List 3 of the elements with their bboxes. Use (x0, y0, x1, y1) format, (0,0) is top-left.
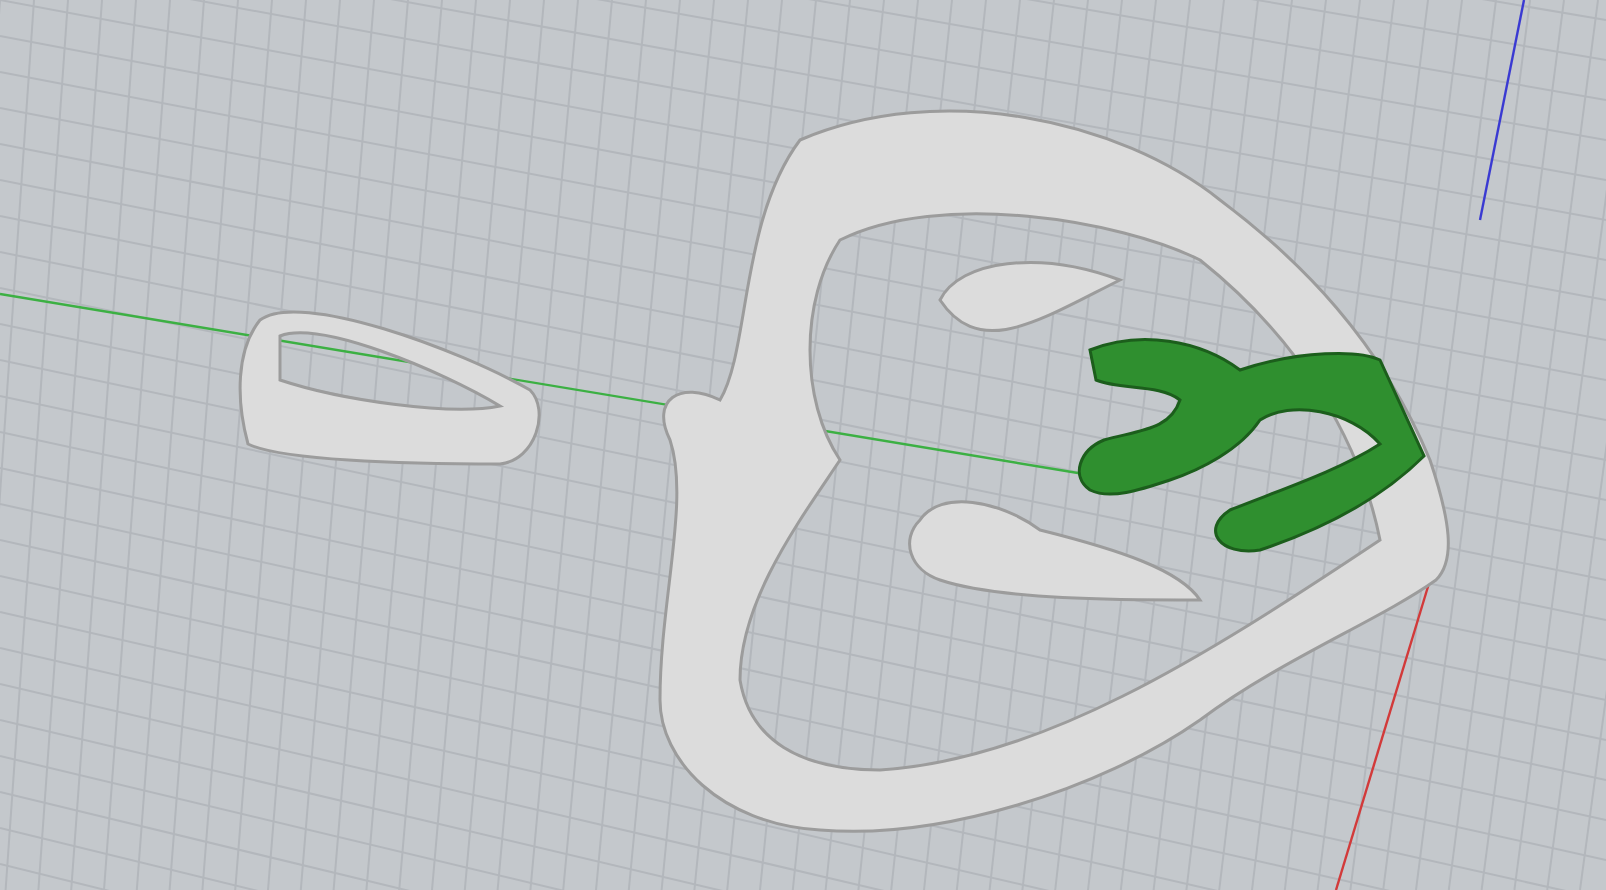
inner-swirl-model[interactable] (1077, 338, 1426, 553)
heart-frame-model[interactable] (658, 109, 1450, 833)
bail-model[interactable] (238, 310, 541, 466)
